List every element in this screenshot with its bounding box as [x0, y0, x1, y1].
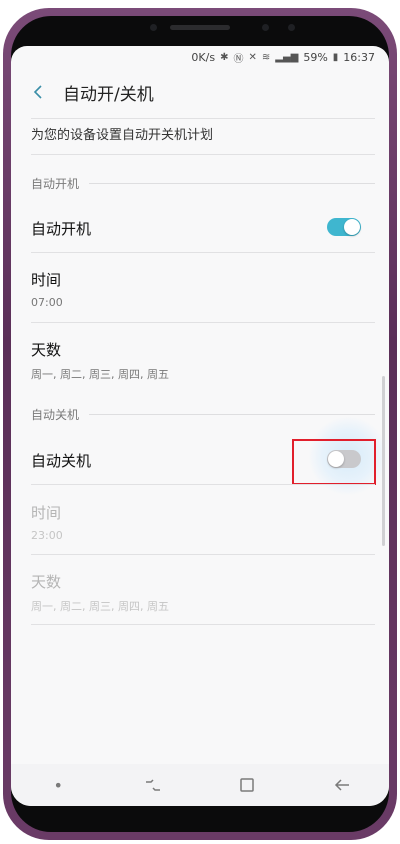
navigation-bar: • [11, 764, 389, 806]
earpiece-speaker [170, 25, 230, 30]
network-speed: 0K/s [191, 50, 216, 64]
auto-on-label: 自动开机 [31, 220, 92, 238]
auto-off-days-label: 天数 [31, 573, 62, 591]
header-divider [31, 118, 375, 119]
section-divider [89, 414, 375, 415]
auto-off-time-value: 23:00 [31, 529, 63, 542]
switch-knob [344, 219, 360, 235]
signal-icon: ▂▄▆ [275, 51, 299, 63]
auto-on-time-value: 07:00 [31, 296, 63, 309]
home-icon[interactable] [235, 773, 259, 797]
auto-off-days-row[interactable]: 天数 周一, 周二, 周三, 周四, 周五 [31, 571, 375, 614]
auto-on-switch[interactable] [327, 218, 361, 236]
section-divider [89, 183, 375, 184]
battery-percent: 59% [303, 50, 328, 64]
recents-icon-svg [145, 779, 160, 791]
page-description: 为您的设备设置自动开关机计划 [31, 128, 214, 143]
highlight-box [292, 439, 376, 485]
nfc-icon: Ⓝ [233, 53, 244, 65]
recents-icon[interactable] [141, 773, 165, 797]
auto-off-time-label: 时间 [31, 504, 62, 522]
auto-on-toggle-row[interactable]: 自动开机 [31, 218, 375, 239]
auto-on-time-label: 时间 [31, 271, 62, 289]
section-auto-on: 自动开机 [31, 175, 375, 192]
wifi-icon: ≋ [261, 51, 271, 63]
scrollbar[interactable] [382, 376, 385, 546]
proximity-sensor [150, 24, 157, 31]
front-camera [262, 24, 269, 31]
auto-on-time-row[interactable]: 时间 07:00 [31, 269, 375, 309]
iris-sensor [288, 24, 295, 31]
row-divider [31, 252, 375, 253]
screen: 0K/s ✱ Ⓝ ✕ ≋ ▂▄▆ 59% ▮ 16:37 自动开/关机 为您的设… [11, 46, 389, 806]
home-icon-svg [240, 778, 254, 792]
page-title: 自动开/关机 [63, 84, 154, 105]
nav-back-icon[interactable] [330, 773, 354, 797]
row-divider [31, 322, 375, 323]
app-header: 自动开/关机 [11, 68, 389, 116]
description-divider [31, 154, 375, 155]
section-auto-on-label: 自动开机 [31, 177, 80, 191]
status-bar: 0K/s ✱ Ⓝ ✕ ≋ ▂▄▆ 59% ▮ 16:37 [11, 46, 389, 68]
section-auto-off-label: 自动关机 [31, 408, 80, 422]
nav-back-icon-svg [334, 779, 349, 791]
dot-icon[interactable]: • [46, 773, 70, 797]
bluetooth-icon: ✱ [220, 51, 229, 63]
back-arrow-icon[interactable] [31, 84, 47, 100]
section-auto-off: 自动关机 [31, 406, 375, 423]
row-divider [31, 624, 375, 625]
auto-on-days-label: 天数 [31, 341, 62, 359]
auto-on-days-value: 周一, 周二, 周三, 周四, 周五 [31, 368, 169, 381]
row-divider [31, 554, 375, 555]
row-divider [31, 484, 375, 485]
battery-icon: ▮ [332, 51, 339, 63]
auto-off-time-row[interactable]: 时间 23:00 [31, 502, 375, 542]
auto-off-days-value: 周一, 周二, 周三, 周四, 周五 [31, 600, 169, 613]
auto-on-days-row[interactable]: 天数 周一, 周二, 周三, 周四, 周五 [31, 339, 375, 382]
clock: 16:37 [343, 50, 375, 64]
mute-icon: ✕ [248, 51, 257, 63]
